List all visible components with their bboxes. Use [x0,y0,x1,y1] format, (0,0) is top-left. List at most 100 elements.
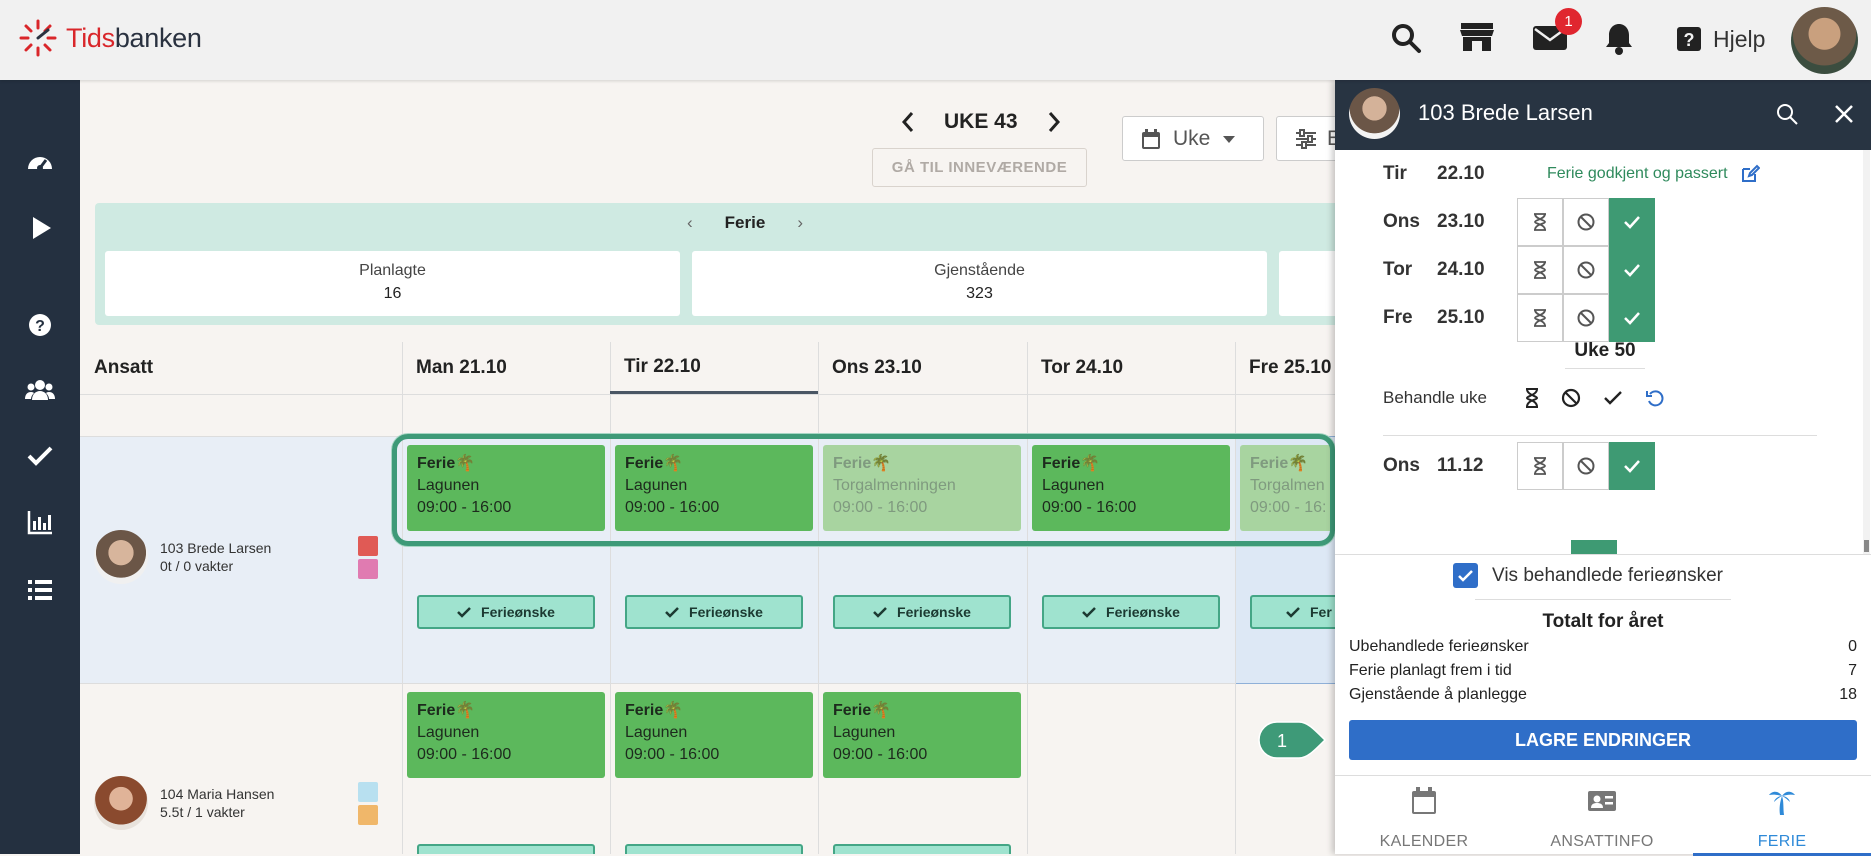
pending-button[interactable] [1517,294,1563,342]
day-date: 22.10 [1437,163,1485,184]
reject-button[interactable] [1563,198,1609,246]
pending-button[interactable] [1517,442,1563,490]
day-date: 11.12 [1437,455,1484,476]
close-icon[interactable] [1832,102,1856,126]
reject-button[interactable] [1563,246,1609,294]
bell-icon[interactable] [1604,22,1634,56]
check-icon [1082,607,1096,618]
user-avatar[interactable] [1791,7,1858,74]
approve-button[interactable] [1609,198,1655,246]
store-icon[interactable] [1458,20,1496,54]
vacation-wish-button[interactable] [417,844,595,854]
edit-icon[interactable] [1740,164,1760,184]
palm-tree-icon [1769,791,1795,815]
undo-icon[interactable] [1645,388,1665,408]
users-icon[interactable] [24,374,56,406]
check-icon [1624,312,1640,325]
vacation-wish-button[interactable]: Ferieønske [625,595,803,629]
avatar [1349,88,1400,139]
vacation-wish-button[interactable] [833,844,1011,854]
scroll-thumb[interactable] [1864,540,1869,552]
vacation-wish-button[interactable]: Ferieønske [1042,595,1220,629]
summary-prev-icon[interactable]: ‹ [687,213,693,233]
divider [1475,599,1731,600]
color-tag [358,805,378,825]
approve-button[interactable] [1609,246,1655,294]
hourglass-icon [1534,457,1546,475]
vacation-day-row: Ons 23.10 [1383,198,1655,246]
approve-button[interactable] [1609,442,1655,490]
svg-text:?: ? [35,318,45,335]
check-icon [1624,216,1640,229]
tab-vacation[interactable]: FERIE [1693,776,1871,856]
shift-card[interactable]: Ferie🌴 Lagunen 09:00 - 16:00 [615,692,813,778]
hourglass-icon[interactable] [1525,388,1539,408]
total-row: Ferie planlagt frem i tid 7 [1349,662,1857,679]
day-header-fri[interactable]: Fre 25.10 [1235,342,1335,394]
tidsbanken-logo[interactable]: Tidsbanken [18,18,202,58]
dashboard-icon[interactable] [24,145,56,177]
tab-calendar[interactable]: KALENDER [1335,776,1513,856]
approve-button-partial[interactable] [1571,540,1617,554]
show-processed-checkbox[interactable] [1453,563,1478,588]
goto-current-button[interactable]: GÅ TIL INNEVÆRENDE [872,148,1087,187]
vacation-wish-button[interactable]: Ferieønske [417,595,595,629]
reject-button[interactable] [1563,442,1609,490]
next-week-icon[interactable] [1046,110,1062,134]
summary-card-extra [1279,251,1335,316]
logo-icon [19,19,57,57]
vacation-wish-button[interactable] [625,844,803,854]
employee-maria-hansen[interactable]: 104 Maria Hansen 5.5t / 1 vakter [94,776,274,830]
filter-button[interactable]: E [1276,116,1335,161]
panel-scrollbar[interactable] [1863,150,1870,554]
color-tag [358,536,378,556]
help-label[interactable]: Hjelp [1713,26,1765,53]
vacation-day-row: Tor 24.10 [1383,246,1655,294]
panel-header: 103 Brede Larsen [1335,80,1871,150]
search-icon[interactable] [1775,102,1799,126]
column-divider [818,342,819,854]
step-callout: 1 [1258,721,1327,759]
day-header-tue[interactable]: Tir 22.10 [610,342,818,394]
day-name: Ons [1383,455,1420,476]
save-changes-button[interactable]: LAGRE ENDRINGER [1349,720,1857,760]
pending-button[interactable] [1517,246,1563,294]
show-processed-toggle[interactable]: Vis behandlede ferieønsker [1453,563,1723,588]
shift-card[interactable]: Ferie🌴 Lagunen 09:00 - 16:00 [823,692,1021,778]
check-icon [665,607,679,618]
summary-next-icon[interactable]: › [797,213,803,233]
check-icon [1624,460,1640,473]
chart-icon[interactable] [24,506,56,538]
approve-button[interactable] [1609,294,1655,342]
search-icon[interactable] [1390,22,1422,54]
tab-employee-info[interactable]: ANSATTINFO [1513,776,1691,856]
pending-button[interactable] [1517,198,1563,246]
week-navigator: UKE 43 [900,110,1062,134]
vacation-wish-button[interactable]: Ferieønske [833,595,1011,629]
summary-card-planned: Planlagte 16 [105,251,680,316]
day-header-wed[interactable]: Ons 23.10 [818,342,1027,394]
summary-card-label: Gjenstående [934,262,1025,279]
view-select[interactable]: Uke [1122,116,1264,161]
check-icon[interactable] [24,440,56,472]
reject-button[interactable] [1563,294,1609,342]
day-header-thu[interactable]: Tor 24.10 [1027,342,1235,394]
play-icon[interactable] [24,212,56,244]
help-icon[interactable]: ? [1676,26,1702,52]
vacation-wish-button[interactable]: Fer [1250,595,1335,629]
list-icon[interactable] [24,574,56,606]
header-divider [80,394,1335,395]
prev-week-icon[interactable] [900,110,916,134]
help-circle-icon[interactable]: ? [24,309,56,341]
summary-card-remaining: Gjenstående 323 [692,251,1267,316]
vacation-day-row: Tir 22.10 Ferie godkjent og passert [1383,150,1760,198]
ban-icon [1577,261,1595,279]
svg-text:?: ? [1684,30,1695,50]
check-icon[interactable] [1603,390,1623,406]
check-icon [457,607,471,618]
day-header-mon[interactable]: Man 21.10 [402,342,610,394]
employee-brede-larsen[interactable]: 103 Brede Larsen 0t / 0 vakter [94,530,271,584]
ban-icon[interactable] [1561,388,1581,408]
calendar-icon [1142,128,1160,149]
shift-card[interactable]: Ferie🌴 Lagunen 09:00 - 16:00 [407,692,605,778]
